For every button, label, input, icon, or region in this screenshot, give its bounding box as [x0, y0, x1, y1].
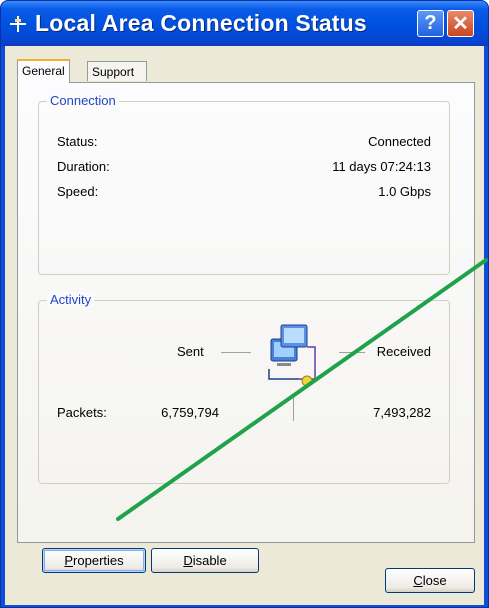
activity-legend: Activity	[47, 292, 95, 307]
tab-general[interactable]: General	[17, 59, 70, 83]
properties-button-label: roperties	[73, 553, 124, 568]
speed-label: Speed:	[57, 184, 99, 199]
dialog-window: Local Area Connection Status ? ✕ General…	[0, 0, 489, 608]
duration-value: 11 days 07:24:13	[332, 159, 431, 174]
duration-label: Duration:	[57, 159, 110, 174]
activity-divider	[293, 397, 294, 421]
disable-button[interactable]: Disable	[151, 548, 259, 573]
disable-button-label: isable	[192, 553, 227, 568]
status-label: Status:	[57, 134, 98, 149]
properties-access-key: P	[64, 553, 74, 568]
network-computers-icon	[268, 324, 316, 387]
close-access-key: C	[413, 573, 423, 588]
status-value: Connected	[368, 134, 431, 149]
speed-value: 1.0 Gbps	[378, 184, 431, 199]
dialog-client-area: General Support Connection Status: Conne…	[5, 46, 484, 605]
packets-label: Packets:	[57, 405, 107, 420]
close-icon: ✕	[452, 13, 469, 35]
received-label: Received	[376, 344, 431, 359]
packets-received-value: 7,493,282	[373, 405, 431, 420]
sent-label: Sent	[177, 344, 204, 359]
connection-group: Connection Status: Connected Duration: 1…	[38, 93, 450, 275]
title-bar[interactable]: Local Area Connection Status ? ✕	[1, 1, 488, 46]
disable-access-key: D	[183, 553, 193, 568]
close-button-label: lose	[422, 573, 447, 588]
packets-sent-value: 6,759,794	[161, 405, 219, 420]
tab-support-label: Support	[92, 65, 135, 79]
close-button[interactable]: Close	[385, 568, 475, 593]
activity-group: Activity Sent Received Packets: 6,759,79…	[38, 292, 450, 484]
network-connection-icon	[10, 16, 26, 32]
tab-support[interactable]: Support	[87, 61, 147, 81]
window-title: Local Area Connection Status	[35, 10, 367, 36]
window-close-button[interactable]: ✕	[447, 10, 474, 37]
tab-general-label: General	[22, 64, 65, 78]
received-line	[339, 352, 365, 353]
tab-panel-general: Connection Status: Connected Duration: 1…	[17, 82, 475, 573]
sent-line	[221, 352, 251, 353]
help-button[interactable]: ?	[417, 10, 444, 37]
help-icon: ?	[424, 12, 437, 34]
connection-legend: Connection	[47, 93, 119, 108]
properties-button[interactable]: Properties	[42, 548, 146, 573]
